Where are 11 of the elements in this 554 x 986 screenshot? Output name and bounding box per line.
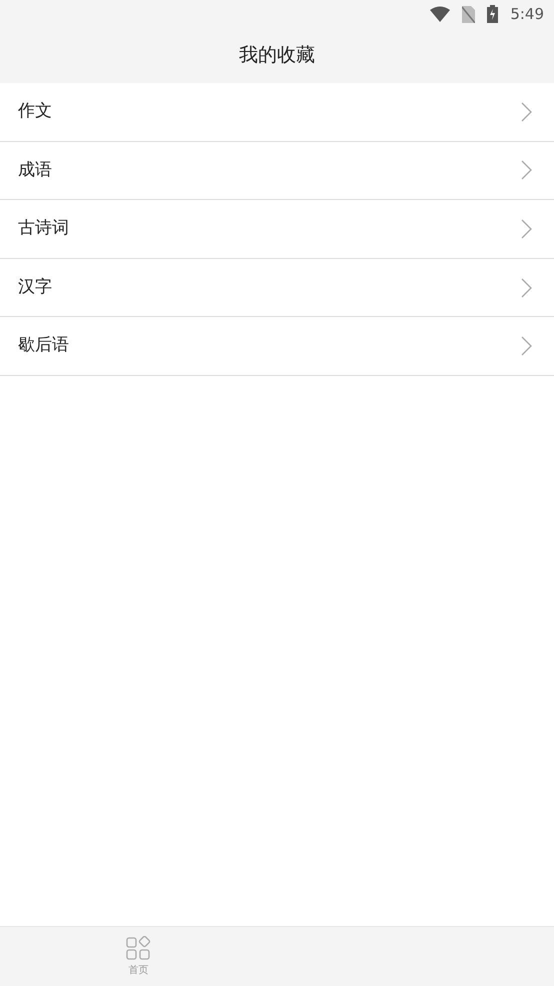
page-title: 我的收藏 <box>239 43 315 68</box>
chevron-right-icon <box>521 336 532 356</box>
chevron-right-icon <box>521 102 532 122</box>
wifi-icon <box>430 6 450 22</box>
no-sim-icon <box>462 6 476 22</box>
chevron-right-icon <box>521 278 532 298</box>
grid-icon <box>126 936 151 960</box>
chevron-right-icon <box>521 218 532 239</box>
chevron-right-icon <box>521 160 532 180</box>
status-time: 5:49 <box>510 4 544 25</box>
battery-icon <box>487 5 498 23</box>
